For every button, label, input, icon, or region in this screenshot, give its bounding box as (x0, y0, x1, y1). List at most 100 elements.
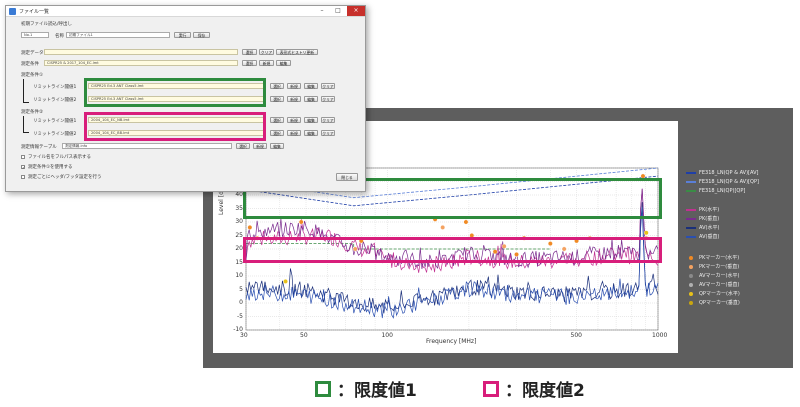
condition-select-button[interactable]: 選択 (242, 60, 257, 66)
legend-entry: AV(水平) (686, 225, 719, 232)
close-icon[interactable]: × (347, 6, 365, 16)
limit1a-edit-button[interactable]: 編集 (304, 83, 318, 89)
marker-point (463, 219, 469, 225)
name-input[interactable]: 初期ファイル1 (66, 32, 170, 38)
x-tick-label: 1000 (652, 332, 668, 339)
marker-point (440, 224, 446, 230)
save-button[interactable]: 保存 (193, 32, 210, 38)
dialog-titlebar[interactable]: ファイル一覧 – □ × (6, 6, 365, 17)
test-data-select-button[interactable]: 選択 (242, 49, 257, 55)
limit2-highlight-chart (243, 237, 662, 263)
limit2a-label: リミットライン閾値1 (33, 119, 77, 124)
key-limit2: ：限度値2 (483, 376, 585, 401)
limit2b-edit-button[interactable]: 編集 (304, 130, 318, 136)
app-icon (9, 8, 16, 15)
x-tick-label: 50 (300, 332, 308, 339)
y-tick-label: 5 (239, 285, 243, 293)
limit1b-select-button[interactable]: 選択 (270, 96, 284, 102)
limit2b-clear-button[interactable]: クリア (321, 130, 335, 136)
fullpath-label: ファイル名をフルパス表示する (28, 155, 91, 160)
legend-marker-entry: PKマーカー(垂直) (686, 264, 739, 271)
legend-marker-entry: QPマーカー(水平) (686, 291, 740, 298)
limit1a-new-button[interactable]: 新規 (287, 83, 301, 89)
y-tick-label: 10 (235, 272, 243, 279)
condition-new-button[interactable]: 新規 (259, 60, 274, 66)
pink-box-icon (483, 380, 499, 397)
info-table-label: 測定情報テーブル (21, 145, 57, 150)
maximize-icon[interactable]: □ (331, 6, 345, 16)
header-footer-label: 測定ごとにヘッダ/フッタ設定を行う (28, 175, 102, 180)
key-limit1-text: ：限度値1 (337, 381, 417, 401)
dialog-title: ファイル一覧 (19, 9, 50, 15)
history-update-button[interactable]: 表形式ヒストリ更新 (276, 49, 318, 55)
limit1b-label: リミットライン閾値2 (33, 98, 77, 103)
legend-entry: AV(垂直) (686, 234, 719, 241)
y-tick-label: 15 (235, 258, 243, 266)
legend-entry: FE318_LN(QP & AV)[QP] (686, 179, 759, 186)
marker-point (298, 219, 304, 225)
table-edit-button[interactable]: 編集 (270, 143, 284, 149)
legend-marker-entry: QPマーカー(垂直) (686, 300, 740, 307)
x-tick-label: 500 (570, 332, 582, 339)
limit2a-new-button[interactable]: 新規 (287, 117, 301, 123)
legend-marker-entry: AVマーカー(水平) (686, 273, 739, 280)
x-tick-label: 30 (240, 332, 248, 339)
legend-entry: FE318_LN(QP & AV)[AV] (686, 170, 758, 177)
info-table-field[interactable]: 測定情報.info (62, 143, 232, 149)
limit-section1-label: 測定条件① (21, 73, 44, 78)
run-button[interactable]: 実行 (174, 32, 191, 38)
limit2b-label: リミットライン閾値2 (33, 132, 77, 137)
green-box-icon (315, 380, 331, 397)
limit1-highlight-dialog (84, 78, 266, 107)
y-tick-label: 20 (235, 245, 243, 252)
key-limit2-text: ：限度値2 (505, 381, 585, 401)
y-tick-label: -5 (237, 312, 243, 320)
limit2a-select-button[interactable]: 選択 (270, 117, 284, 123)
legend-entry: PK(垂直) (686, 216, 719, 223)
key-limit1: ：限度値1 (315, 376, 417, 401)
marker-point (283, 278, 288, 284)
marker-point (643, 230, 649, 236)
name-label: 名称 (55, 34, 64, 39)
use-condition-label: 測定条件①を使用する (28, 165, 73, 170)
limit-section2-label: 測定条件② (21, 110, 44, 115)
marker-point (247, 224, 253, 230)
test-data-clear-button[interactable]: クリア (259, 49, 274, 55)
test-data-label: 測定データ (21, 51, 44, 56)
header-footer-checkbox[interactable] (21, 175, 25, 179)
limit1b-clear-button[interactable]: クリア (321, 96, 335, 102)
limit2a-clear-button[interactable]: クリア (321, 117, 335, 123)
legend-entry: PK(水平) (686, 207, 719, 214)
limit2b-select-button[interactable]: 選択 (270, 130, 284, 136)
limit2b-new-button[interactable]: 新規 (287, 130, 301, 136)
y-tick-label: 40 (235, 191, 243, 198)
initial-file-label: 初期ファイル読込/呼出し (21, 22, 73, 27)
x-tick-label: 100 (381, 332, 393, 339)
section2-bracket (23, 116, 29, 133)
legend-marker-entry: PKマーカー(水平) (686, 255, 739, 262)
y-tick-label: 30 (235, 218, 243, 225)
limit1a-select-button[interactable]: 選択 (270, 83, 284, 89)
table-select-button[interactable]: 選択 (236, 143, 250, 149)
limit1b-edit-button[interactable]: 編集 (304, 96, 318, 102)
limit1a-label: リミットライン閾値1 (33, 85, 77, 90)
test-data-field[interactable] (44, 49, 238, 55)
table-new-button[interactable]: 新規 (253, 143, 267, 149)
y-tick-label: 25 (235, 231, 243, 239)
close-button[interactable]: 閉じる (336, 173, 358, 181)
minimize-icon[interactable]: – (315, 6, 329, 16)
legend-entry: FE318_LN(QP)[QP] (686, 188, 745, 195)
condition-field[interactable]: CISPR25 & 2017_104_EC.lmt (44, 60, 238, 66)
fullpath-checkbox[interactable] (21, 155, 25, 159)
limit2a-edit-button[interactable]: 編集 (304, 117, 318, 123)
condition-edit-button[interactable]: 編集 (276, 60, 291, 66)
y-tick-label: 0 (239, 299, 243, 306)
section1-bracket (23, 79, 29, 103)
use-condition-checkbox[interactable]: ✓ (21, 165, 25, 170)
legend-marker-entry: AVマーカー(垂直) (686, 282, 739, 289)
x-axis-label: Frequency [MHz] (426, 338, 477, 345)
preset-select[interactable]: No.1 (21, 32, 49, 38)
limit1a-clear-button[interactable]: クリア (321, 83, 335, 89)
limit2-highlight-dialog (84, 112, 266, 141)
limit1b-new-button[interactable]: 新規 (287, 96, 301, 102)
